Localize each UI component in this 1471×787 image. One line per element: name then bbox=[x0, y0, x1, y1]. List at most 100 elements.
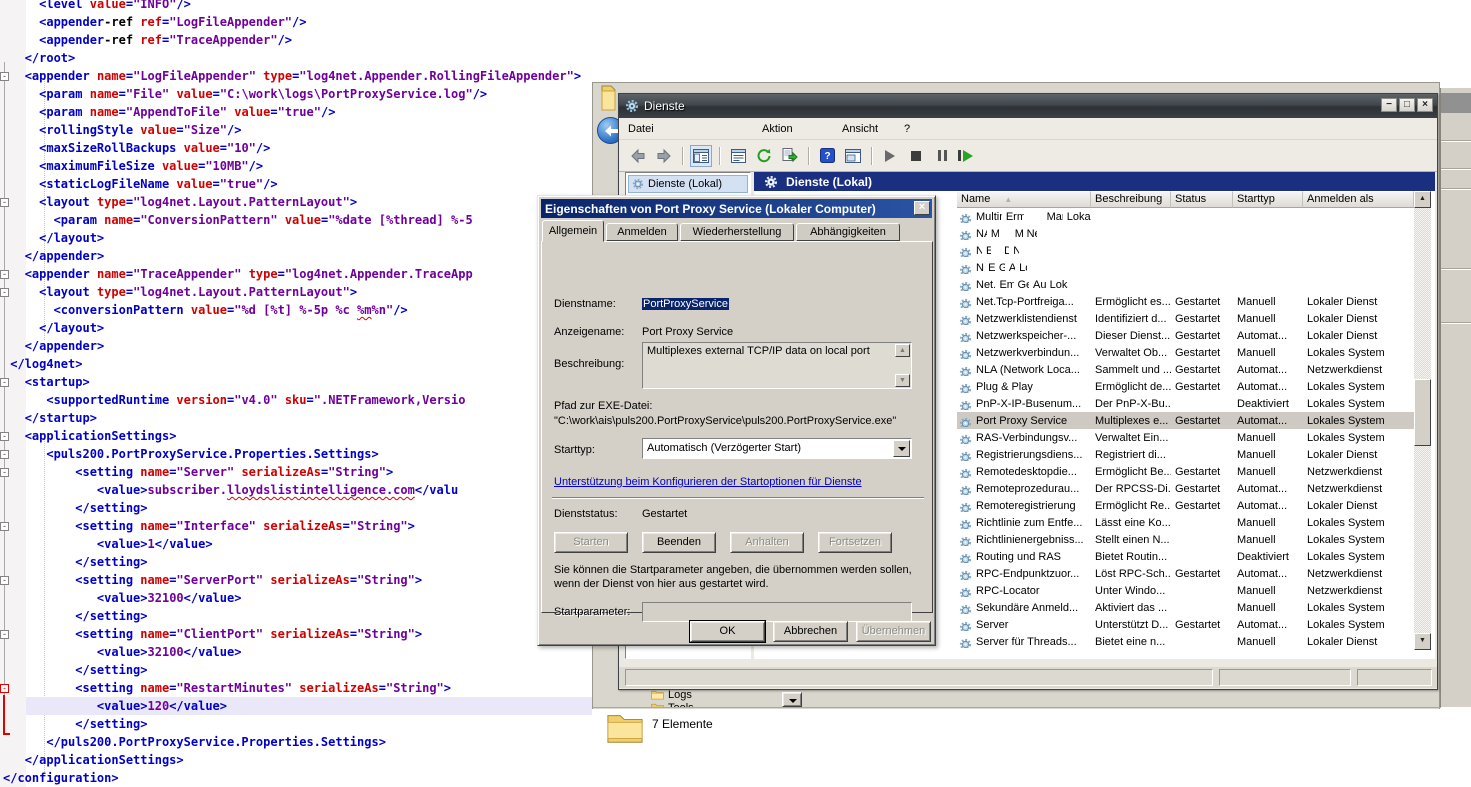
service-row[interactable]: RPC-Endpunktzuor... Löst RPC-Sch... Gest… bbox=[957, 565, 1414, 582]
service-row[interactable]: Routing und RAS Bietet Routin... Deaktiv… bbox=[957, 548, 1414, 565]
scroll-down-button[interactable]: ▼ bbox=[1414, 633, 1431, 650]
fold-toggle-changed[interactable]: - bbox=[0, 684, 9, 693]
menu-item[interactable]: ? bbox=[895, 120, 965, 138]
fold-toggle[interactable]: - bbox=[0, 468, 9, 477]
service-row[interactable]: NLA (Network Loca... Sammelt und ... Ges… bbox=[957, 361, 1414, 378]
fold-toggle[interactable]: - bbox=[0, 378, 9, 387]
refresh-button[interactable] bbox=[753, 145, 775, 167]
service-description: Unterstützt D... bbox=[1091, 619, 1171, 631]
service-row[interactable]: Remoteregistrierung Ermöglicht Re... Ges… bbox=[957, 497, 1414, 514]
dialog-title-bar[interactable]: Eigenschaften von Port Proxy Service (Lo… bbox=[541, 199, 932, 218]
fold-toggle[interactable]: - bbox=[0, 432, 9, 441]
menu-item[interactable]: Datei bbox=[619, 120, 753, 138]
maximize-button[interactable]: □ bbox=[1399, 98, 1415, 112]
dienstname-value[interactable]: PortProxyService bbox=[642, 298, 729, 310]
column-header[interactable]: Status bbox=[1171, 191, 1233, 208]
close-button[interactable]: × bbox=[914, 201, 930, 215]
dialog-button[interactable]: Abbrechen bbox=[773, 621, 848, 642]
minimize-button[interactable]: − bbox=[1381, 98, 1397, 112]
service-row[interactable]: Server Unterstützt D... Gestartet Automa… bbox=[957, 616, 1414, 633]
service-row[interactable]: Netzwerklistendienst Identifiziert d... … bbox=[957, 310, 1414, 327]
service-name: Remotedesktopdie... bbox=[976, 466, 1077, 478]
title-bar[interactable]: Dienste − □ × bbox=[619, 94, 1437, 118]
service-row[interactable]: Server für Threads... Bietet eine n... M… bbox=[957, 633, 1414, 650]
beschreibung-textbox[interactable]: Multiplexes external TCP/IP data on loca… bbox=[642, 342, 912, 389]
start-service-button[interactable] bbox=[879, 145, 901, 167]
pause-service-button[interactable] bbox=[931, 145, 953, 167]
fold-toggle[interactable]: - bbox=[0, 198, 9, 207]
menu-item[interactable]: Aktion bbox=[753, 120, 833, 138]
service-row[interactable]: Port Proxy Service Multiplexes e... Gest… bbox=[957, 412, 1414, 429]
vertical-scrollbar[interactable]: ▲ ▼ bbox=[1414, 191, 1431, 650]
service-row[interactable]: Remotedesktopdie... Ermöglicht Be... Ges… bbox=[957, 463, 1414, 480]
service-row[interactable]: Net.Tcp-Listenerad... Empfängt Akt... Ge… bbox=[957, 276, 1068, 293]
tree-item-dienste-lokal[interactable]: Dienste (Lokal) bbox=[628, 175, 748, 193]
service-gear-icon bbox=[959, 468, 972, 478]
xml-code[interactable]: <level value="INFO"/> <appender-ref ref=… bbox=[3, 0, 581, 787]
dialog-tab[interactable]: Wiederherstellung bbox=[680, 223, 794, 241]
service-control-button[interactable]: Beenden bbox=[642, 532, 716, 553]
service-control-button[interactable]: Starten bbox=[554, 532, 628, 553]
service-row[interactable]: Plug & Play Ermöglicht de... Gestartet A… bbox=[957, 378, 1414, 395]
fold-toggle[interactable]: - bbox=[0, 270, 9, 279]
restart-service-button[interactable] bbox=[957, 145, 979, 167]
service-name: RAS-Verbindungsv... bbox=[976, 432, 1077, 444]
dialog-tab[interactable]: Allgemein bbox=[542, 220, 604, 242]
service-row[interactable]: Netzwerkspeicher-... Dieser Dienst... Ge… bbox=[957, 327, 1414, 344]
properties-button[interactable] bbox=[727, 145, 749, 167]
scroll-up-button[interactable]: ▲ bbox=[895, 344, 910, 357]
fold-toggle[interactable]: - bbox=[0, 630, 9, 639]
fold-toggle[interactable]: - bbox=[0, 450, 9, 459]
service-row[interactable]: RPC-Locator Unter Windo... Manuell Netzw… bbox=[957, 582, 1414, 599]
dialog-tab[interactable]: Abhängigkeiten bbox=[796, 223, 900, 241]
menu-item[interactable]: Ansicht bbox=[833, 120, 895, 138]
show-console-tree-button[interactable] bbox=[690, 145, 712, 167]
startoptions-help-link[interactable]: Unterstützung beim Konfigurieren der Sta… bbox=[554, 476, 862, 488]
stop-service-button[interactable] bbox=[905, 145, 927, 167]
service-row[interactable]: NAP-Agent (Netwo... Mit dem NAP-... Manu… bbox=[957, 225, 1037, 242]
combobox-dropdown-button[interactable] bbox=[893, 440, 910, 457]
fold-toggle[interactable]: - bbox=[0, 288, 9, 297]
forward-button[interactable] bbox=[653, 145, 675, 167]
dialog-button[interactable]: Übernehmen bbox=[856, 621, 931, 642]
service-row[interactable]: Richtlinienergebniss... Stellt einen N..… bbox=[957, 531, 1414, 548]
service-row[interactable]: Netzwerkverbindun... Verwaltet Ob... Ges… bbox=[957, 344, 1414, 361]
scrollbar-thumb[interactable] bbox=[1414, 379, 1431, 446]
fold-toggle[interactable]: - bbox=[0, 576, 9, 585]
fold-toggle[interactable]: - bbox=[0, 522, 9, 531]
startparameter-input[interactable] bbox=[642, 602, 912, 622]
column-header[interactable]: Name▲ bbox=[957, 191, 1091, 208]
service-row[interactable]: Net.Pipe-Listenera... Empfängt Akt... Ge… bbox=[957, 259, 1027, 276]
fold-toggle[interactable]: - bbox=[0, 72, 9, 81]
service-row[interactable]: Net.Msmq-Listener... Empfängt Akt... Dea… bbox=[957, 242, 1019, 259]
service-row[interactable]: Registrierungsdiens... Registriert di...… bbox=[957, 446, 1414, 463]
dropdown-button[interactable] bbox=[782, 692, 802, 707]
service-row[interactable]: Sekundäre Anmeld... Aktiviert das ... Ma… bbox=[957, 599, 1414, 616]
service-row[interactable]: Richtlinie zum Entfe... Lässt eine Ko...… bbox=[957, 514, 1414, 531]
dialog-button[interactable]: OK bbox=[690, 621, 765, 642]
scroll-up-button[interactable]: ▲ bbox=[1414, 191, 1431, 208]
service-logon: Netzwerkdienst bbox=[1303, 585, 1414, 597]
scroll-down-button[interactable]: ▼ bbox=[895, 374, 910, 387]
service-row[interactable]: Multimediaklassenpl... Ermöglicht ei... … bbox=[957, 208, 1091, 225]
service-row[interactable]: Net.Tcp-Portfreiga... Ermöglicht es... G… bbox=[957, 293, 1414, 310]
service-row[interactable]: PnP-X-IP-Busenum... Der PnP-X-Bu... Deak… bbox=[957, 395, 1414, 412]
column-header[interactable]: Beschreibung bbox=[1091, 191, 1171, 208]
service-row[interactable]: RAS-Verbindungsv... Verwaltet Ein... Man… bbox=[957, 429, 1414, 446]
column-header[interactable]: Starttyp bbox=[1233, 191, 1303, 208]
help-button[interactable]: ? bbox=[816, 145, 838, 167]
service-description: Der RPCSS-Di... bbox=[1091, 483, 1171, 495]
export-list-button[interactable] bbox=[779, 145, 801, 167]
service-name: Netzwerkspeicher-... bbox=[976, 330, 1076, 342]
back-button[interactable] bbox=[627, 145, 649, 167]
service-row[interactable]: Remoteprozedurau... Der RPCSS-Di... Gest… bbox=[957, 480, 1414, 497]
xml-editor[interactable]: <level value="INFO"/> <appender-ref ref=… bbox=[0, 0, 615, 787]
starttyp-combobox[interactable]: Automatisch (Verzögerter Start) bbox=[642, 438, 912, 459]
column-header[interactable]: Anmelden als bbox=[1303, 191, 1414, 208]
service-control-button[interactable]: Fortsetzen bbox=[818, 532, 892, 553]
service-control-button[interactable]: Anhalten bbox=[730, 532, 804, 553]
dialog-tab[interactable]: Anmelden bbox=[606, 223, 678, 241]
show-description-button[interactable] bbox=[842, 145, 864, 167]
results-header: Dienste (Lokal) bbox=[754, 172, 1435, 191]
close-button[interactable]: × bbox=[1417, 98, 1433, 112]
